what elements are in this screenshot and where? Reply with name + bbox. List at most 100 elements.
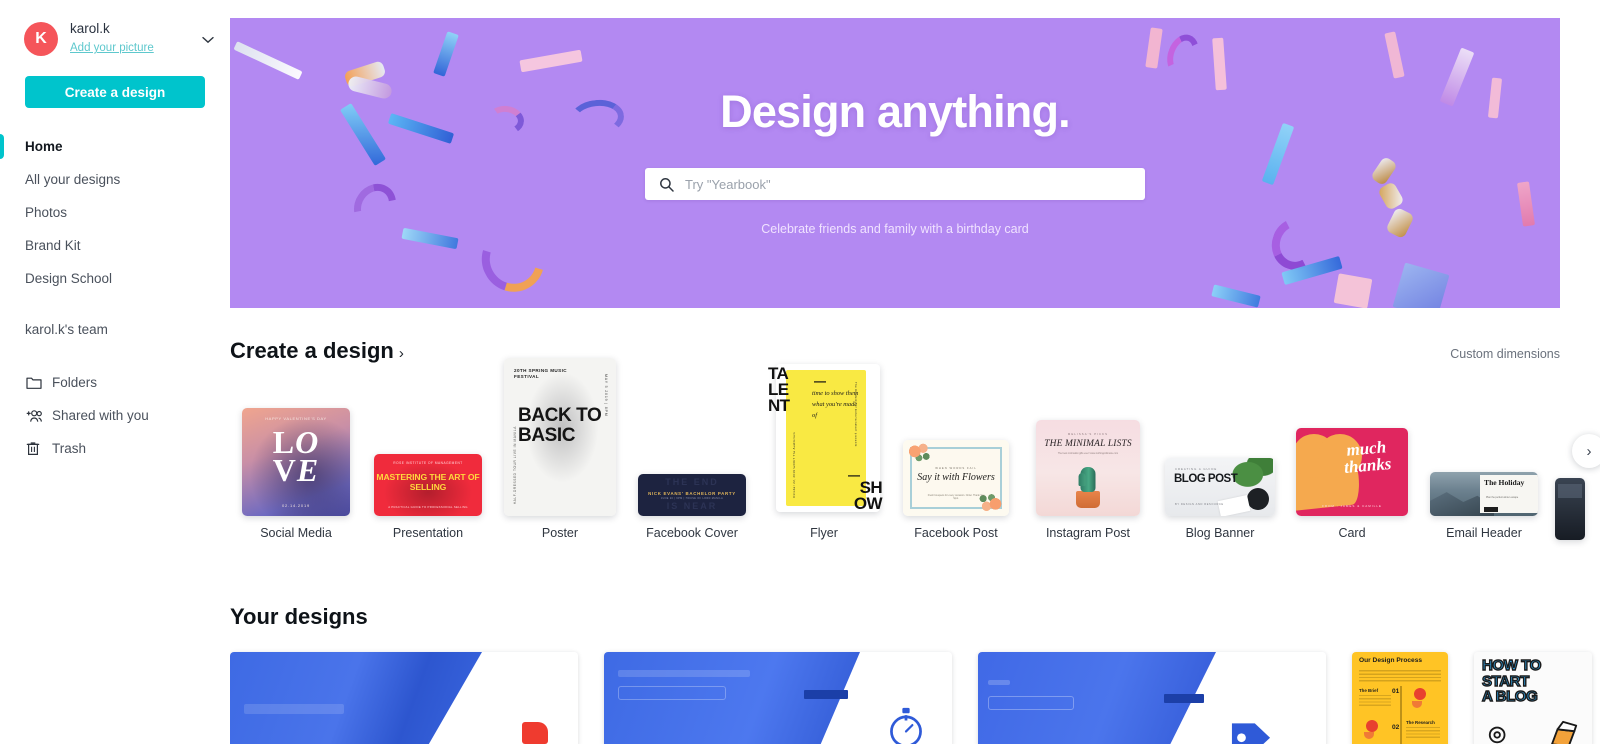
thumb-ghost-bottom: IS NEAR: [666, 501, 718, 511]
thumb-wrap: MELISSA'S PICKS THE MINIMAL LISTS The be…: [1036, 356, 1140, 516]
tag-icon: [1228, 712, 1274, 744]
gear-icon: [1484, 722, 1514, 744]
sidebar-item-home[interactable]: Home: [0, 130, 230, 163]
your-designs-title: Your designs: [230, 604, 368, 629]
blog-graphic-line1: HOW TO: [1481, 657, 1542, 674]
design-card[interactable]: [604, 652, 952, 744]
add-your-picture-link[interactable]: Add your picture: [70, 41, 154, 55]
thumb-sub: Plan the perfect winter escape: [1486, 496, 1519, 499]
create-a-design-button[interactable]: Create a design: [25, 76, 205, 108]
thumb-wrap: ROSE INSTITUTE OF MANAGEMENT MASTERING T…: [374, 356, 482, 516]
infographic-step2-number: 02: [1392, 724, 1400, 731]
social-media-thumbnail: HAPPY VALENTINE'S DAY LO VE 02.14.2019: [242, 408, 350, 516]
user-account-row[interactable]: K karol.k Add your picture: [0, 18, 230, 60]
thumb-caption: MELISSA'S PICKS: [1067, 432, 1109, 436]
sidebar-secondary-nav: Folders Shared with you Trash: [0, 366, 230, 465]
design-card[interactable]: [230, 652, 578, 744]
sidebar-divider-gap: [0, 295, 230, 314]
thumb-footer: FROM : JAMES & CAMILLE: [1322, 504, 1382, 508]
sidebar-item-label: All your designs: [25, 172, 121, 187]
user-name: karol.k: [70, 20, 110, 36]
thumb-ghost-top: THE END: [665, 477, 719, 487]
design-type-tile[interactable]: 20TH SPRING MUSIC FESTIVAL MAY 5 2019 | …: [494, 356, 626, 540]
thumb-title: Say it with Flowers: [917, 472, 995, 483]
presentation-thumbnail: ROSE INSTITUTE OF MANAGEMENT MASTERING T…: [374, 454, 482, 516]
design-type-tile[interactable]: The Holiday Plan the perfect winter esca…: [1418, 356, 1550, 540]
design-type-label: Facebook Cover: [646, 526, 738, 540]
sidebar-team-label[interactable]: karol.k's team: [0, 314, 230, 344]
thumb-title: MASTERING THE ART OF SELLING: [376, 472, 480, 492]
thumb-sub: The best minimalist gifts ever! www.noth…: [1057, 452, 1119, 455]
poster-thumbnail: 20TH SPRING MUSIC FESTIVAL MAY 5 2019 | …: [504, 358, 616, 516]
design-type-label: Poster: [541, 526, 579, 540]
design-card[interactable]: Our Design Process The Brief 01 02 The R…: [1352, 652, 1448, 744]
design-type-label: Email Header: [1446, 526, 1522, 540]
flyer-thumbnail: TA LE NT — time to show them what you're…: [768, 356, 883, 516]
thumb-wrap: much thanks FROM : JAMES & CAMILLE: [1296, 356, 1408, 516]
flag-icon: [522, 722, 548, 744]
design-type-label: Flyer: [810, 526, 838, 540]
design-type-tile[interactable]: TA LE NT — time to show them what you're…: [758, 356, 890, 540]
sidebar-item-label: Trash: [52, 441, 87, 456]
thumb-wrap: WHEN WORDS FAIL Say it with Flowers Fres…: [903, 356, 1009, 516]
hero-title: Design anything.: [720, 86, 1071, 137]
design-card[interactable]: HOW TO START A BLOG: [1474, 652, 1592, 744]
thumb-wrap: CREATING A GUIDE BLOG POST BY DESIGN AND…: [1165, 356, 1275, 516]
search-bar[interactable]: [645, 168, 1145, 200]
app-root: K karol.k Add your picture Create a desi…: [0, 0, 1600, 744]
thumb-sub: Fresh bouquets for every occasion. Order…: [927, 493, 985, 501]
hero-content: Design anything. Celebrate friends and f…: [230, 18, 1560, 308]
thumb-title: NICK EVANS' BACHELOR PARTY: [648, 491, 736, 496]
sidebar-item-design-school[interactable]: Design School: [0, 262, 230, 295]
thumb-date: 02.14.2019: [281, 503, 311, 508]
design-type-tile[interactable]: ROSE INSTITUTE OF MANAGEMENT MASTERING T…: [362, 356, 494, 540]
blog-graphic-line3: A BLOG: [1481, 688, 1538, 706]
user-meta: karol.k Add your picture: [70, 21, 200, 58]
carousel-track: HAPPY VALENTINE'S DAY LO VE 02.14.2019 So…: [230, 356, 1600, 540]
trash-icon: [26, 441, 52, 456]
main-content: Design anything. Celebrate friends and f…: [230, 0, 1600, 744]
design-type-tile[interactable]: HAPPY VALENTINE'S DAY LO VE 02.14.2019 So…: [230, 356, 362, 540]
blog-graphic-line2: START: [1481, 672, 1530, 690]
thumb-caption: ROSE INSTITUTE OF MANAGEMENT: [393, 461, 463, 465]
sidebar-item-trash[interactable]: Trash: [0, 432, 230, 465]
thumb-wrap: The Holiday Plan the perfect winter esca…: [1430, 356, 1538, 516]
thumb-title: The Holiday: [1484, 478, 1525, 487]
sidebar-item-photos[interactable]: Photos: [0, 196, 230, 229]
design-type-label: Facebook Post: [914, 526, 998, 540]
search-input[interactable]: [685, 176, 1131, 192]
thumb-footer: HALF-DRESSED TOUR LIVE IN MANILA: [513, 425, 517, 504]
instagram-post-thumbnail: MELISSA'S PICKS THE MINIMAL LISTS The be…: [1036, 420, 1140, 516]
carousel-next-button[interactable]: ›: [1572, 434, 1600, 468]
design-type-tile[interactable]: WHEN WORDS FAIL Say it with Flowers Fres…: [890, 356, 1022, 540]
design-type-tile[interactable]: THE END NICK EVANS' BACHELOR PARTY JUNE …: [626, 356, 758, 540]
email-header-thumbnail: The Holiday Plan the perfect winter esca…: [1430, 472, 1538, 516]
thumb-caption: CREATING A GUIDE: [1175, 467, 1218, 471]
card-thumbnail: much thanks FROM : JAMES & CAMILLE: [1296, 428, 1408, 516]
thumb-side-text: The Academy of Entertainment presents: [854, 382, 858, 447]
thumb-wrap: THE END NICK EVANS' BACHELOR PARTY JUNE …: [638, 356, 746, 516]
infographic-step1-label: The Brief: [1359, 688, 1379, 693]
design-card[interactable]: [978, 652, 1326, 744]
sidebar-item-label: Home: [25, 139, 63, 154]
thumb-sub: BY DESIGN AND RESOURCE: [1175, 503, 1224, 506]
infographic-step1-number: 01: [1392, 688, 1400, 695]
design-type-label: Presentation: [392, 526, 464, 540]
thumb-wrap: 20TH SPRING MUSIC FESTIVAL MAY 5 2019 | …: [504, 356, 616, 516]
design-type-label: Social Media: [260, 526, 332, 540]
partial-thumbnail: [1555, 478, 1585, 540]
sidebar-item-shared-with-you[interactable]: Shared with you: [0, 399, 230, 432]
thumb-title: THE MINIMAL LISTS: [1044, 439, 1132, 449]
facebook-post-thumbnail: WHEN WORDS FAIL Say it with Flowers Fres…: [903, 440, 1009, 516]
design-type-tile[interactable]: CREATING A GUIDE BLOG POST BY DESIGN AND…: [1154, 356, 1286, 540]
chevron-down-icon[interactable]: [200, 32, 214, 47]
sidebar-nav: Home All your designs Photos Brand Kit D…: [0, 130, 230, 295]
design-type-tile[interactable]: MELISSA'S PICKS THE MINIMAL LISTS The be…: [1022, 356, 1154, 540]
sidebar-item-label: Brand Kit: [25, 238, 81, 253]
thumb-word-ow: OW: [853, 494, 883, 514]
design-type-tile[interactable]: much thanks FROM : JAMES & CAMILLE Card: [1286, 356, 1418, 540]
sidebar-item-folders[interactable]: Folders: [0, 366, 230, 399]
sidebar-item-brand-kit[interactable]: Brand Kit: [0, 229, 230, 262]
your-designs-row: Our Design Process The Brief 01 02 The R…: [230, 652, 1600, 744]
sidebar-item-all-your-designs[interactable]: All your designs: [0, 163, 230, 196]
